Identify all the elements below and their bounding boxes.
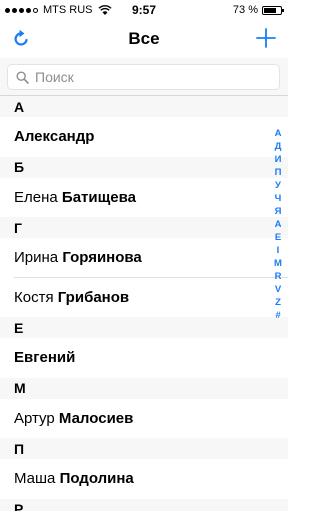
contact-last-name: Грибанов xyxy=(57,288,130,306)
page-title: Все xyxy=(128,29,160,48)
contact-row[interactable]: Александр xyxy=(0,117,288,157)
section-header: П xyxy=(0,438,288,459)
section-header: М xyxy=(0,377,288,399)
contact-first-name: Артур xyxy=(14,409,55,427)
contact-name: Евгений xyxy=(14,349,76,367)
index-letter[interactable]: Z xyxy=(275,296,281,309)
contact-last-name: Подолина xyxy=(59,470,134,488)
index-letter[interactable]: E xyxy=(275,231,281,244)
index-letter[interactable]: V xyxy=(275,283,281,296)
index-letter[interactable]: R xyxy=(275,270,282,283)
contact-last-name: Батищева xyxy=(61,188,136,206)
contact-row[interactable]: Артур Малосиев xyxy=(0,398,288,438)
index-letter[interactable]: П xyxy=(275,166,282,179)
contact-last-name: Малосиев xyxy=(58,409,134,427)
index-letter[interactable]: Я xyxy=(275,205,282,218)
battery-percentage: 73 % xyxy=(232,4,258,16)
index-letter[interactable]: Ч xyxy=(275,192,282,205)
index-letter[interactable]: A xyxy=(275,218,282,231)
section-header: А xyxy=(0,96,288,117)
search-icon xyxy=(16,70,29,84)
contact-list: А Александр Б Елена Батищева Г Ирина Гор… xyxy=(0,96,288,511)
contact-row[interactable]: Ирина Горяинова xyxy=(0,238,288,278)
index-letter[interactable]: И xyxy=(275,153,282,166)
contact-first-name: Ирина xyxy=(14,249,59,267)
section-header: Р xyxy=(0,498,288,511)
contact-first-name: Елена xyxy=(14,188,58,206)
contact-row[interactable]: Маша Подолина xyxy=(0,459,288,499)
contact-first-name: Костя xyxy=(14,288,54,306)
index-letter[interactable]: M xyxy=(274,257,282,270)
index-letter[interactable]: Д xyxy=(275,140,282,153)
contact-row[interactable]: Евгений xyxy=(0,338,288,378)
contact-row[interactable]: Елена Батищева xyxy=(0,177,288,217)
contact-row[interactable]: Костя Грибанов xyxy=(0,277,288,317)
refresh-icon[interactable] xyxy=(10,28,32,50)
search-field[interactable] xyxy=(7,64,280,90)
search-bar xyxy=(0,58,288,96)
contact-last-name: Горяинова xyxy=(62,249,142,267)
index-letter[interactable]: # xyxy=(275,309,280,322)
index-letter[interactable]: У xyxy=(275,179,281,192)
section-index-bar[interactable]: А Д И П У Ч Я A E I M R V Z # xyxy=(271,127,285,322)
contact-name: Александр xyxy=(14,128,95,146)
navigation-bar: Все xyxy=(0,20,288,58)
section-header: Г xyxy=(0,217,288,238)
index-letter[interactable]: А xyxy=(275,127,282,140)
search-input[interactable] xyxy=(35,69,255,85)
section-header: Б xyxy=(0,156,288,178)
index-letter[interactable]: I xyxy=(277,244,280,257)
contact-first-name: Маша xyxy=(14,470,56,488)
add-contact-button[interactable] xyxy=(254,26,278,50)
section-header: Е xyxy=(0,317,288,338)
status-bar: MTS RUS 9:57 73 % xyxy=(0,0,288,20)
battery-icon xyxy=(262,6,284,15)
